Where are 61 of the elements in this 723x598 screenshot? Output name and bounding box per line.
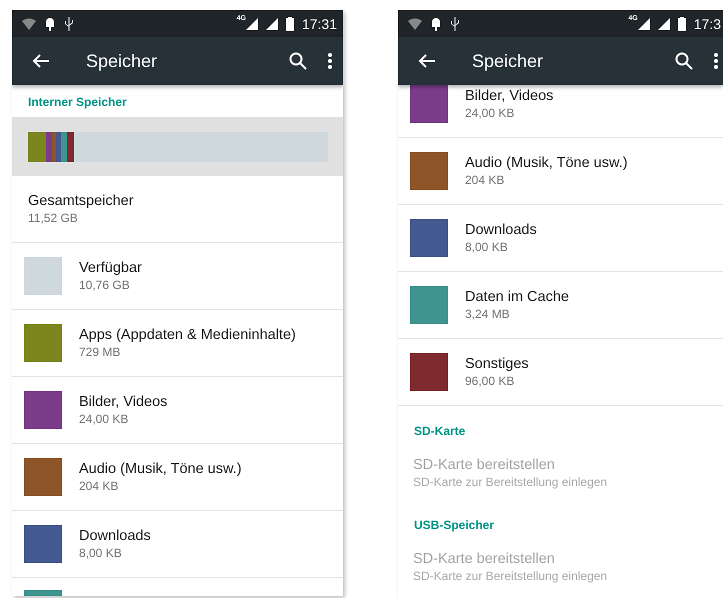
item-subtitle: SD-Karte zur Bereitstellung einlegen — [413, 569, 608, 583]
screen-title: Speicher — [472, 50, 544, 72]
arrow-left-icon — [418, 53, 436, 69]
clock-time: 17:3 — [694, 16, 721, 32]
storage-category-item[interactable]: Audio (Musik, Töne usw.) 204 KB — [398, 138, 723, 205]
battery-icon — [678, 16, 686, 30]
item-title: Verfügbar — [79, 260, 142, 276]
signal-icon — [638, 18, 650, 30]
storage-category-item[interactable]: Bilder, Videos 24,00 KB — [12, 377, 343, 444]
item-size: 204 KB — [79, 479, 120, 493]
item-size: 11,52 GB — [28, 211, 79, 225]
arrow-left-icon — [32, 53, 50, 69]
item-size: 96,00 KB — [465, 374, 516, 388]
section-header: SD-Karte — [413, 423, 466, 440]
wifi-icon — [408, 18, 422, 30]
clock-time: 17:31 — [302, 16, 337, 32]
item-size: 8,00 KB — [465, 240, 509, 254]
android-icon — [44, 16, 56, 30]
signal-icon — [266, 18, 278, 30]
item-title: Downloads — [465, 222, 537, 238]
section-header: USB-Speicher — [413, 517, 496, 534]
item-size: 8,00 KB — [79, 546, 123, 560]
item-title: Daten im Cache — [465, 289, 569, 305]
signal-icon — [658, 18, 670, 30]
android-icon — [430, 16, 442, 30]
storage-category-item[interactable]: Bilder, Videos 24,00 KB — [398, 85, 723, 138]
item-size: 10,76 GB — [79, 278, 131, 292]
storage-category-item[interactable]: Daten im Cache 3,24 MB — [398, 272, 723, 339]
item-title: Bilder, Videos — [79, 394, 168, 410]
storage-category-item[interactable]: Apps (Appdaten & Medieninhalte) 729 MB — [12, 310, 343, 377]
item-title: SD-Karte bereitstellen — [413, 457, 556, 473]
item-title: Gesamtspeicher — [28, 193, 134, 209]
item-title: Audio (Musik, Töne usw.) — [79, 461, 242, 477]
item-size: 729 MB — [79, 345, 122, 359]
item-size: 24,00 KB — [79, 412, 130, 426]
item-title: Downloads — [79, 528, 151, 544]
usb-icon — [64, 16, 74, 30]
storage-category-item[interactable]: Verfügbar 10,76 GB — [12, 243, 343, 310]
storage-category-item[interactable]: Sonstiges 96,00 KB — [398, 339, 723, 406]
item-size: 204 KB — [465, 173, 506, 187]
screen-title: Speicher — [86, 50, 158, 72]
more-vert-icon — [327, 52, 333, 70]
item-title: Audio (Musik, Töne usw.) — [465, 155, 628, 171]
wifi-icon — [22, 18, 36, 30]
storage-category-item[interactable]: Downloads 8,00 KB — [398, 205, 723, 272]
search-icon — [675, 52, 693, 70]
item-title: Bilder, Videos — [465, 88, 554, 104]
item-size: 3,24 MB — [465, 307, 511, 321]
signal-icon — [246, 18, 258, 30]
more-vert-icon — [713, 52, 719, 70]
storage-category-item[interactable]: Downloads 8,00 KB — [12, 511, 343, 578]
item-title: Sonstiges — [465, 356, 529, 372]
item-subtitle: SD-Karte zur Bereitstellung einlegen — [413, 475, 608, 489]
search-icon — [289, 52, 307, 70]
battery-icon — [286, 16, 294, 30]
usb-icon — [450, 16, 460, 30]
item-title: Apps (Appdaten & Medieninhalte) — [79, 327, 296, 343]
section-header: Interner Speicher — [27, 94, 128, 111]
item-title: SD-Karte bereitstellen — [413, 551, 556, 567]
item-size: 24,00 KB — [465, 106, 516, 120]
storage-category-item[interactable]: Audio (Musik, Töne usw.) 204 KB — [12, 444, 343, 511]
